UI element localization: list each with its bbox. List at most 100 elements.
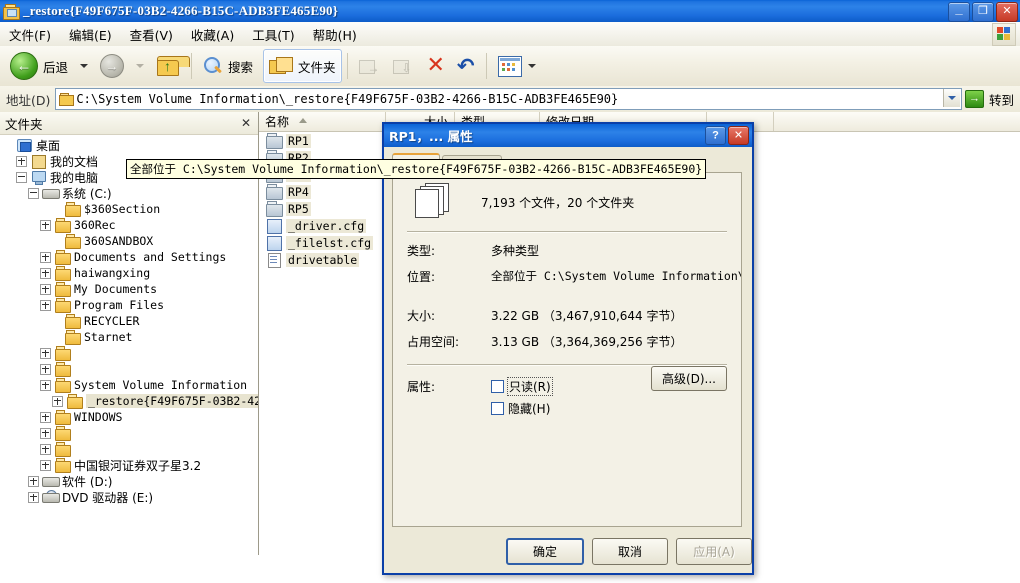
tree-item-label: System Volume Information	[74, 378, 248, 392]
ok-button[interactable]: 确定	[506, 538, 584, 565]
expand-icon[interactable]	[40, 219, 51, 231]
up-button[interactable]: ↑	[150, 49, 191, 83]
readonly-checkbox[interactable]	[491, 380, 504, 393]
file-name-label: RP4	[286, 184, 311, 199]
cancel-button[interactable]: 取消	[592, 538, 668, 565]
menu-help[interactable]: 帮助(H)	[304, 22, 366, 47]
tree-item[interactable]: WINDOWS	[0, 409, 258, 425]
tree-item[interactable]: 360Rec	[0, 217, 258, 233]
address-folder-icon	[59, 93, 75, 106]
address-chevron-down-icon	[947, 96, 956, 100]
windows-flag-icon[interactable]	[992, 23, 1016, 46]
expand-icon[interactable]	[40, 363, 51, 375]
menu-favorites[interactable]: 收藏(A)	[182, 22, 243, 47]
cd-icon	[42, 490, 60, 504]
copy-to-icon: ⇩	[392, 57, 415, 76]
tree-item[interactable]: DVD 驱动器 (E:)	[0, 489, 258, 505]
field-size-label: 大小:	[407, 309, 436, 323]
tree-item[interactable]	[0, 441, 258, 457]
expand-icon[interactable]	[40, 379, 51, 391]
views-chevron-down-icon[interactable]	[527, 64, 536, 68]
menu-file[interactable]: 文件(F)	[0, 22, 60, 47]
documents-icon	[30, 154, 47, 169]
address-dropdown-button[interactable]	[942, 89, 960, 107]
tree-item-label: 360Rec	[74, 218, 116, 232]
tree-item[interactable]: Starnet	[0, 329, 258, 345]
expand-icon[interactable]	[40, 267, 51, 279]
expand-icon[interactable]	[40, 283, 51, 295]
expand-icon[interactable]	[28, 491, 39, 503]
forward-history-chevron-down-icon[interactable]	[136, 64, 145, 68]
tree-item[interactable]: Program Files	[0, 297, 258, 313]
expand-icon[interactable]	[40, 459, 51, 471]
location-tooltip: 全部位于 C:\System Volume Information\_resto…	[126, 159, 707, 179]
expand-icon[interactable]	[28, 475, 39, 487]
tree-item[interactable]: 桌面	[0, 137, 258, 153]
collapse-icon[interactable]	[28, 187, 39, 199]
folder-icon	[54, 266, 71, 281]
tree-item[interactable]: 系统 (C:)	[0, 185, 258, 201]
column-name[interactable]: 名称	[259, 112, 386, 131]
tree-item[interactable]: $360Section	[0, 201, 258, 217]
collapse-icon[interactable]	[16, 171, 27, 183]
expand-icon[interactable]	[52, 395, 63, 407]
tree-item[interactable]: haiwangxing	[0, 265, 258, 281]
expand-icon[interactable]	[40, 251, 51, 263]
tree-item[interactable]: 中国银河证券双子星3.2	[0, 457, 258, 473]
file-name-label: drivetable	[286, 252, 360, 267]
tree-item[interactable]: My Documents	[0, 281, 258, 297]
undo-button[interactable]: ↶	[451, 49, 481, 83]
maximize-button[interactable]: ❐	[972, 2, 994, 22]
folders-pane-close-icon[interactable]: ✕	[241, 116, 258, 130]
tree-item[interactable]	[0, 425, 258, 441]
menu-edit[interactable]: 编辑(E)	[60, 22, 121, 47]
tree-item[interactable]	[0, 345, 258, 361]
address-input[interactable]: C:\System Volume Information\_restore{F4…	[55, 88, 962, 110]
menu-view[interactable]: 查看(V)	[121, 22, 182, 47]
readonly-checkbox-row[interactable]: 只读(R)	[491, 377, 553, 396]
file-name-cell: _filelst.cfg	[259, 235, 375, 251]
tree-item[interactable]: System Volume Information	[0, 377, 258, 393]
minimize-icon: _	[955, 1, 963, 16]
expand-icon[interactable]	[40, 411, 51, 423]
sort-ascending-icon	[299, 118, 307, 123]
hidden-checkbox[interactable]	[491, 402, 504, 415]
tree-item-label: Starnet	[84, 330, 133, 344]
folders-button[interactable]: 文件夹	[263, 49, 342, 83]
go-button[interactable]: → 转到	[962, 87, 1020, 111]
tree-item-label: 360SANDBOX	[84, 234, 154, 248]
tree-item[interactable]: 360SANDBOX	[0, 233, 258, 249]
dialog-close-icon: ✕	[733, 129, 744, 141]
tree-item[interactable]: 软件 (D:)	[0, 473, 258, 489]
apply-button: 应用(A)	[676, 538, 752, 565]
expand-icon[interactable]	[40, 443, 51, 455]
tree-item[interactable]	[0, 361, 258, 377]
advanced-button[interactable]: 高级(D)...	[650, 366, 727, 391]
tree-item[interactable]: _restore{F49F675F-03B2-4266	[0, 393, 258, 409]
field-used-space-label: 占用空间:	[407, 335, 460, 349]
move-to-icon: →	[358, 57, 381, 76]
back-history-chevron-down-icon[interactable]	[80, 64, 89, 68]
tree-item[interactable]: RECYCLER	[0, 313, 258, 329]
dialog-summary-text: 7,193 个文件，20 个文件夹	[481, 195, 635, 210]
forward-button[interactable]: →	[94, 49, 130, 83]
tree-item-label: Program Files	[74, 298, 165, 312]
expand-icon[interactable]	[16, 155, 27, 167]
views-button[interactable]	[492, 49, 542, 83]
back-button[interactable]: ← 后退	[4, 49, 74, 83]
close-button[interactable]: ✕	[996, 2, 1018, 22]
attributes-checkboxes: 只读(R) 隐藏(H)	[491, 377, 553, 422]
dialog-help-button[interactable]: ?	[705, 126, 726, 145]
tree-item[interactable]: Documents and Settings	[0, 249, 258, 265]
delete-button[interactable]: ✕	[421, 49, 451, 83]
folder-icon	[54, 458, 71, 473]
expand-icon[interactable]	[40, 299, 51, 311]
menu-tools[interactable]: 工具(T)	[243, 22, 303, 47]
expand-icon[interactable]	[40, 347, 51, 359]
folders-pane-header: 文件夹 ✕	[0, 112, 258, 135]
minimize-button[interactable]: _	[948, 2, 970, 22]
expand-icon[interactable]	[40, 427, 51, 439]
dialog-close-button[interactable]: ✕	[728, 126, 749, 145]
hidden-checkbox-row[interactable]: 隐藏(H)	[491, 400, 552, 417]
search-button[interactable]: 搜索	[197, 49, 259, 83]
